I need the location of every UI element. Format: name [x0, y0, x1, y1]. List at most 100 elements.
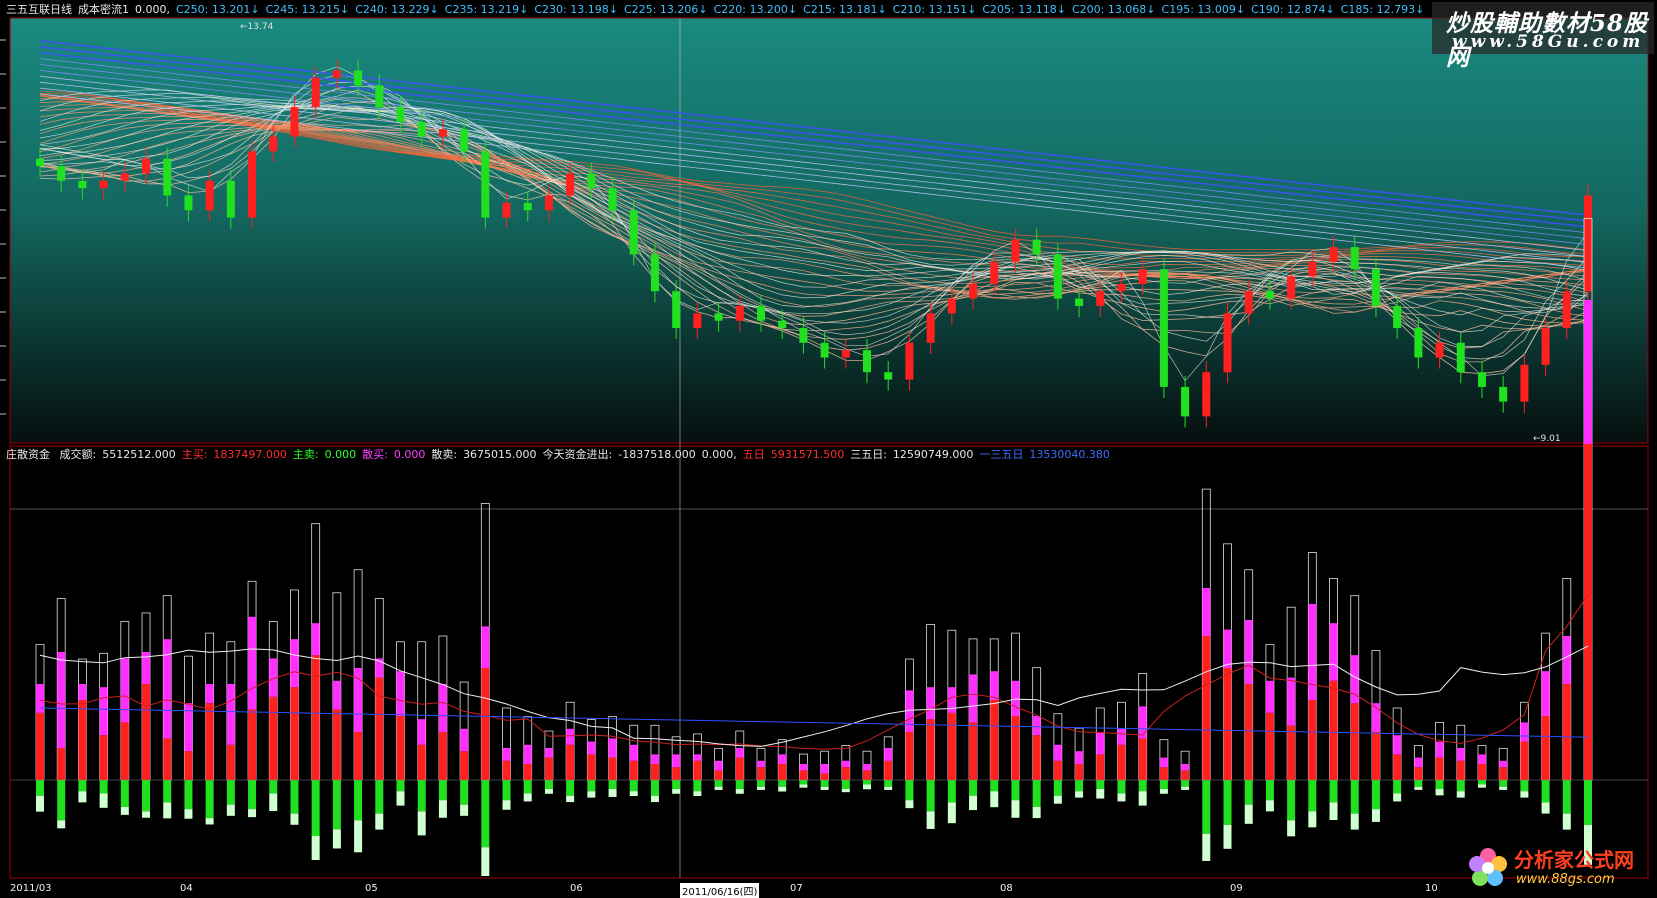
flow-retail-buy-bar	[1541, 671, 1550, 716]
candle-body	[947, 298, 956, 314]
flow-retail-buy-bar	[884, 748, 893, 761]
flow-main-buy-bar	[629, 760, 638, 780]
flow-retail-buy-bar	[1011, 680, 1020, 716]
flow-main-buy-bar	[1075, 764, 1084, 780]
date-label: 06	[570, 883, 583, 894]
flow-main-sell-bar	[1329, 780, 1338, 803]
flow-main-sell-bar	[1371, 780, 1380, 810]
flow-retail-sell-bar	[1181, 786, 1190, 790]
flow-retail-buy-bar	[969, 674, 978, 723]
high-price-mark: ←13.74	[240, 22, 274, 32]
main-sell-label: 主卖:	[292, 448, 319, 461]
flow-retail-sell-bar	[1308, 811, 1317, 828]
candle-body	[1520, 364, 1529, 402]
flow-main-buy-bar	[396, 716, 405, 780]
flow-retail-sell-bar	[693, 791, 702, 796]
flow-retail-sell-bar	[566, 795, 575, 803]
flow-retail-buy-bar	[205, 684, 214, 704]
flow-retail-sell-bar	[332, 829, 341, 849]
flow-main-buy-bar	[1287, 725, 1296, 780]
flow-retail-buy-bar	[1435, 741, 1444, 758]
flow-retail-sell-bar	[947, 802, 956, 824]
main-buy-value: 1837497.000	[213, 448, 287, 461]
c-value-item: C230: 13.198↓	[534, 3, 618, 16]
volume-label: 成交额:	[59, 448, 97, 461]
flow-indicator-title: 庄散资金	[6, 448, 50, 461]
date-label: 08	[1000, 883, 1013, 894]
flow-main-buy-bar	[99, 735, 108, 780]
flow-retail-sell-bar	[799, 784, 808, 788]
flow-main-sell-bar	[1181, 780, 1190, 787]
flow-retail-buy-bar	[1308, 604, 1317, 700]
blue-value: 13530040.380	[1029, 448, 1110, 461]
c-value-item: C200: 13.068↓	[1071, 3, 1156, 16]
flow-retail-buy-bar	[1032, 716, 1041, 736]
flow-retail-buy-bar	[1159, 757, 1168, 768]
flow-retail-buy-bar	[1117, 728, 1126, 745]
flow-main-sell-bar	[566, 780, 575, 796]
flow-main-sell-bar	[1414, 780, 1423, 787]
chart-root: 三五互联日线 成本密流1 0.000, C250: 13.201↓ C245: 13.2…	[0, 0, 1657, 898]
candle-body	[1138, 269, 1147, 284]
flow-retail-buy-bar	[672, 754, 681, 768]
candle-body	[756, 305, 765, 321]
flow-main-sell-bar	[544, 780, 553, 789]
candle-body	[142, 158, 151, 174]
flow-main-buy-bar	[1562, 684, 1571, 780]
flow-main-buy-bar	[905, 732, 914, 780]
watermark-bottom-title: 分析家公式网	[1514, 848, 1634, 872]
candle-body	[1329, 247, 1338, 262]
flow-retail-sell-bar	[438, 800, 447, 818]
candle-body	[1117, 283, 1126, 292]
flow-retail-sell-bar	[756, 786, 765, 790]
flow-main-sell-bar	[1117, 780, 1126, 794]
flow-retail-sell-bar	[1117, 793, 1126, 802]
flow-main-buy-bar	[375, 677, 384, 780]
flow-main-sell-bar	[99, 780, 108, 794]
flow-retail-buy-bar	[57, 652, 66, 748]
flow-main-buy-bar	[926, 719, 935, 780]
candle-body	[1477, 372, 1486, 387]
candle-body	[735, 305, 744, 321]
flow-retail-sell-bar	[1393, 793, 1402, 802]
candle-body	[714, 313, 723, 321]
flow-main-buy-bar	[142, 684, 151, 780]
flow-main-sell-bar	[841, 780, 850, 789]
flow-main-buy-bar	[332, 709, 341, 780]
flow-main-buy-bar	[1011, 716, 1020, 780]
flow-main-buy-bar	[523, 764, 532, 780]
flow-retail-buy-bar	[735, 748, 744, 758]
candle-body	[1350, 247, 1359, 270]
candle-body	[502, 202, 511, 218]
flow-retail-buy-bar	[120, 658, 129, 723]
flow-retail-buy-bar	[1520, 722, 1529, 742]
date-label: 07	[790, 883, 803, 894]
candle-body	[1584, 195, 1592, 292]
candle-body	[120, 173, 129, 181]
flow-main-buy-bar	[1032, 735, 1041, 780]
flow-retail-sell-bar	[36, 795, 44, 812]
flow-retail-buy-bar	[1414, 757, 1423, 768]
flow-retail-sell-bar	[226, 804, 235, 816]
five-day-label: 五日	[742, 448, 765, 461]
candle-body	[863, 350, 872, 373]
flow-retail-sell-bar	[311, 836, 320, 860]
candle-body	[460, 129, 469, 152]
flow-retail-buy-bar	[1202, 588, 1211, 636]
flow-retail-buy-bar	[863, 764, 872, 771]
flow-main-sell-bar	[799, 780, 808, 785]
flow-main-buy-bar	[1181, 770, 1190, 780]
flow-retail-buy-bar	[1223, 629, 1232, 668]
flow-retail-buy-bar	[332, 680, 341, 710]
date-label: 2011/06/16(四)	[680, 883, 760, 898]
flow-retail-sell-bar	[269, 793, 278, 812]
flow-main-sell-bar	[1138, 780, 1147, 792]
flow-retail-buy-bar	[78, 684, 87, 700]
c-value-item: C235: 13.219↓	[444, 3, 529, 16]
today-flow-label: 今天资金进出:	[542, 448, 613, 461]
flow-main-sell-bar	[1053, 780, 1062, 796]
candle-body	[969, 283, 978, 299]
candle-body	[1456, 342, 1465, 373]
date-label: 10	[1425, 883, 1438, 894]
candle-body	[820, 342, 829, 358]
